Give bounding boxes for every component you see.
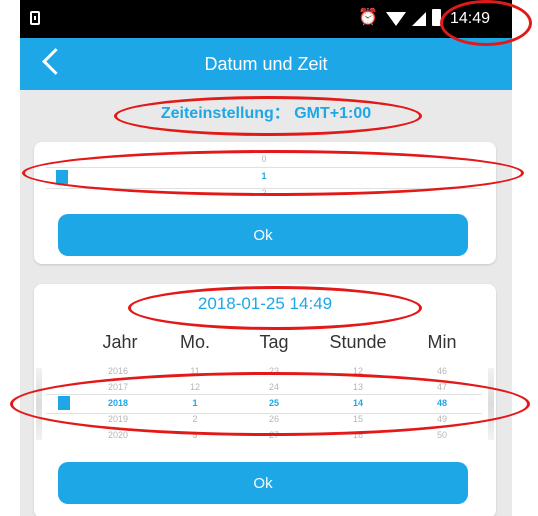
picker-value[interactable]: 27 xyxy=(244,430,304,440)
picker-value[interactable]: 2 xyxy=(165,414,225,424)
picker-value[interactable]: 12 xyxy=(328,366,388,376)
picker-value[interactable]: 2020 xyxy=(88,430,148,440)
column-header-day: Tag xyxy=(259,332,289,352)
page-title: Datum und Zeit xyxy=(204,54,328,74)
picker-value[interactable]: 11 xyxy=(165,366,225,376)
picker-value[interactable]: 50 xyxy=(412,430,472,440)
picker-value[interactable]: 16 xyxy=(328,430,388,440)
picker-value-selected[interactable]: 48 xyxy=(412,398,472,408)
picker-value-selected[interactable]: 25 xyxy=(244,398,304,408)
app-bar: Datum und Zeit xyxy=(20,38,512,90)
picker-value[interactable]: 24 xyxy=(244,382,304,392)
status-bar: ⏰ 14:49 xyxy=(20,0,512,38)
ok-button-datetime[interactable]: Ok xyxy=(58,462,468,504)
picker-edge-left xyxy=(36,368,42,440)
picker-value[interactable]: 23 xyxy=(244,366,304,376)
timezone-label: Zeiteinstellung： GMT+1:00 xyxy=(160,105,372,122)
datetime-card: 2018-01-25 14:49 Jahr Mo. Tag Stunde Min… xyxy=(34,284,496,516)
ok-button-timezone[interactable]: Ok xyxy=(58,214,468,256)
picker-value[interactable]: 2017 xyxy=(88,382,148,392)
picker-value[interactable]: 2019 xyxy=(88,414,148,424)
picker-value[interactable]: 47 xyxy=(412,382,472,392)
offset-picker-prev[interactable]: 0 xyxy=(46,154,482,164)
signal-icon xyxy=(412,12,426,26)
picker-value[interactable]: 26 xyxy=(244,414,304,424)
picker-value[interactable]: 15 xyxy=(328,414,388,424)
picker-value[interactable]: 49 xyxy=(412,414,472,424)
picker-edge-right xyxy=(488,368,494,440)
column-header-month: Mo. xyxy=(179,332,210,352)
picker-value[interactable]: 46 xyxy=(412,366,472,376)
sim-icon xyxy=(30,11,40,25)
offset-picker-next[interactable]: 2 xyxy=(46,188,482,198)
timezone-card: 0 1 2 Ok xyxy=(34,142,496,264)
current-datetime: 2018-01-25 14:49 xyxy=(197,294,333,313)
wifi-icon xyxy=(386,12,406,26)
picker-value-selected[interactable]: 2018 xyxy=(88,398,148,408)
picker-value[interactable]: 13 xyxy=(328,382,388,392)
column-header-year: Jahr xyxy=(102,332,138,352)
offset-picker[interactable]: 0 1 2 xyxy=(46,152,482,204)
picker-value[interactable]: 3 xyxy=(165,430,225,440)
offset-picker-selected[interactable]: 1 xyxy=(46,171,482,181)
picker-value[interactable]: 12 xyxy=(165,382,225,392)
alarm-icon: ⏰ xyxy=(358,9,378,26)
picker-value-selected[interactable]: 14 xyxy=(328,398,388,408)
column-header-hour: Stunde xyxy=(329,332,387,352)
phone-screen: ⏰ 14:49 Datum und Zeit Zeiteinstellung： … xyxy=(20,0,512,516)
column-header-minute: Min xyxy=(427,332,457,352)
picker-value[interactable]: 2016 xyxy=(88,366,148,376)
picker-value-selected[interactable]: 1 xyxy=(165,398,225,408)
selection-indicator xyxy=(58,396,70,410)
battery-icon xyxy=(432,9,441,26)
status-time: 14:49 xyxy=(450,10,491,27)
